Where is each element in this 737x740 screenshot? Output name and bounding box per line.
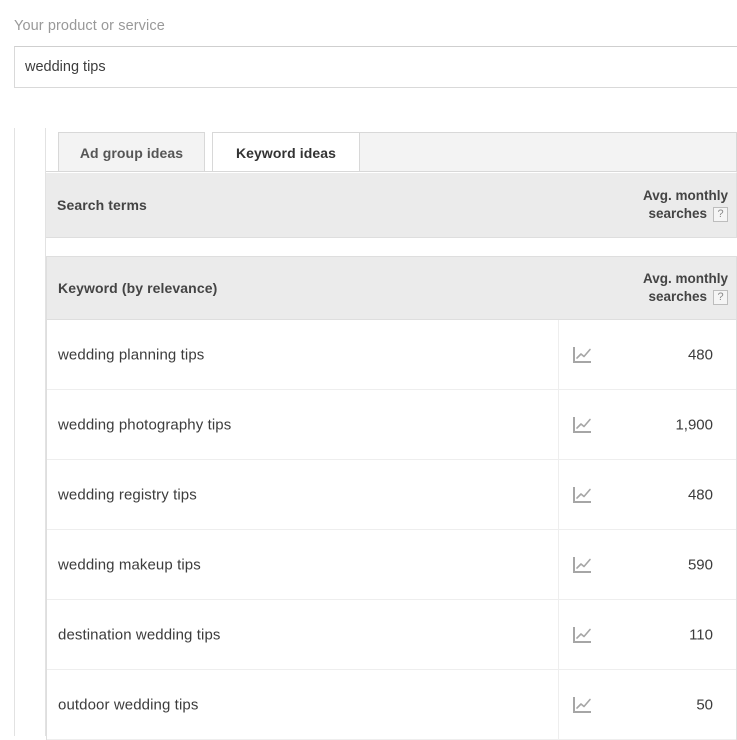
table-row[interactable]: wedding makeup tips 590 (47, 530, 736, 600)
avg-monthly-searches-value: 480 (688, 346, 713, 363)
product-or-service-label: Your product or service (14, 18, 165, 34)
keyword-term: wedding photography tips (58, 416, 231, 433)
table-row[interactable]: wedding registry tips 480 (47, 460, 736, 530)
avg-monthly-searches-value: 480 (688, 486, 713, 503)
keyword-metric-cell: 590 (558, 530, 736, 599)
keyword-column-header: Keyword (by relevance) (58, 280, 217, 296)
table-row[interactable]: wedding planning tips 480 (47, 320, 736, 390)
line-chart-icon[interactable] (572, 486, 592, 504)
table-row[interactable]: destination wedding tips 110 (47, 600, 736, 670)
keyword-term: wedding planning tips (58, 346, 204, 363)
keyword-metric-line2-wrap: searches ? (643, 288, 728, 306)
line-chart-icon[interactable] (572, 556, 592, 574)
outer-left-border (14, 128, 15, 736)
ideas-tabstrip: Ad group ideas Keyword ideas (46, 128, 737, 172)
search-terms-metric-line1: Avg. monthly (643, 187, 728, 205)
search-terms-metric-line2: searches (648, 205, 707, 223)
keyword-term: outdoor wedding tips (58, 696, 198, 713)
tab-ad-group-ideas[interactable]: Ad group ideas (58, 132, 205, 172)
table-row[interactable]: wedding photography tips 1,900 (47, 390, 736, 460)
search-terms-panel: Search terms Avg. monthly searches ? (46, 172, 737, 238)
keyword-term: wedding makeup tips (58, 556, 201, 573)
search-terms-metric-header: Avg. monthly searches ? (643, 187, 728, 223)
product-or-service-form: Your product or service (0, 0, 737, 116)
tabstrip-filler (360, 132, 737, 172)
keyword-metric-cell: 480 (558, 320, 736, 389)
line-chart-icon[interactable] (572, 416, 592, 434)
table-row[interactable]: outdoor wedding tips 50 (47, 670, 736, 740)
tab-keyword-ideas[interactable]: Keyword ideas (212, 132, 360, 173)
keyword-metric-header: Avg. monthly searches ? (643, 270, 728, 306)
keyword-term: destination wedding tips (58, 626, 221, 643)
line-chart-icon[interactable] (572, 346, 592, 364)
keyword-metric-cell: 50 (558, 670, 736, 739)
keyword-metric-line1: Avg. monthly (643, 270, 728, 288)
avg-monthly-searches-value: 110 (689, 626, 713, 643)
search-terms-metric-line2-wrap: searches ? (643, 205, 728, 223)
avg-monthly-searches-value: 1,900 (675, 416, 713, 433)
keyword-metric-line2: searches (648, 288, 707, 306)
line-chart-icon[interactable] (572, 626, 592, 644)
keyword-metric-cell: 1,900 (558, 390, 736, 459)
line-chart-icon[interactable] (572, 696, 592, 714)
product-or-service-input[interactable] (14, 46, 737, 88)
avg-monthly-searches-value: 50 (696, 696, 713, 713)
keyword-term: wedding registry tips (58, 486, 197, 503)
keyword-metric-cell: 110 (558, 600, 736, 669)
keyword-metric-cell: 480 (558, 460, 736, 529)
search-terms-title: Search terms (57, 197, 147, 213)
help-icon[interactable]: ? (713, 290, 728, 305)
help-icon[interactable]: ? (713, 207, 728, 222)
keyword-ideas-table: wedding planning tips 480 wedding photog… (46, 320, 737, 740)
avg-monthly-searches-value: 590 (688, 556, 713, 573)
keyword-table-header: Keyword (by relevance) Avg. monthly sear… (46, 256, 737, 320)
